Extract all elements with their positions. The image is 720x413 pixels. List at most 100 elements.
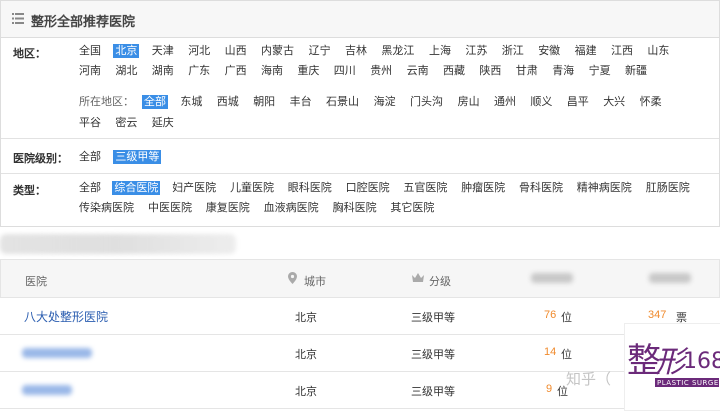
col-votes-blurred xyxy=(649,273,691,283)
region-option[interactable]: 青海 xyxy=(552,64,574,78)
district-label: 所在地区： xyxy=(79,96,134,108)
votes-value: 347 xyxy=(648,309,667,321)
region-option[interactable]: 山东 xyxy=(647,44,669,58)
region-option[interactable]: 黑龙江 xyxy=(381,44,414,58)
district-option[interactable]: 延庆 xyxy=(152,116,174,130)
type-option[interactable]: 综合医院 xyxy=(112,181,161,195)
col-city[interactable]: 城市 xyxy=(304,273,326,289)
type-option[interactable]: 骨科医院 xyxy=(519,181,563,195)
hospital-name-blurred[interactable] xyxy=(22,348,92,358)
city-cell: 北京 xyxy=(295,312,317,324)
district-option[interactable]: 房山 xyxy=(458,95,480,109)
district-option[interactable]: 通州 xyxy=(494,95,516,109)
region-option[interactable]: 重庆 xyxy=(297,64,319,78)
region-option[interactable]: 广西 xyxy=(225,64,247,78)
type-option[interactable]: 中医医院 xyxy=(148,201,192,215)
district-option[interactable]: 顺义 xyxy=(530,95,552,109)
type-option[interactable]: 眼科医院 xyxy=(288,181,332,195)
logo-graphic: 整 形 168 PLASTIC SURGERY xyxy=(627,341,720,387)
region-option[interactable]: 河南 xyxy=(79,64,101,78)
rank-value: 9 xyxy=(546,383,553,395)
level-cell: 三级甲等 xyxy=(411,349,455,361)
hospital-name-link[interactable]: 八大处整形医院 xyxy=(24,308,108,325)
level-option[interactable]: 全部 xyxy=(79,150,101,164)
svg-text:PLASTIC SURGERY: PLASTIC SURGERY xyxy=(657,379,720,387)
region-option[interactable]: 贵州 xyxy=(370,64,392,78)
region-option[interactable]: 吉林 xyxy=(345,44,367,58)
region-option[interactable]: 湖南 xyxy=(152,64,174,78)
district-option[interactable]: 东城 xyxy=(180,95,202,109)
rank-value: 76 xyxy=(544,309,557,321)
district-option[interactable]: 海淀 xyxy=(374,95,396,109)
type-option[interactable]: 五官医院 xyxy=(403,181,447,195)
rank-unit: 位 xyxy=(561,349,572,361)
district-option[interactable]: 西城 xyxy=(217,95,239,109)
level-option[interactable]: 三级甲等 xyxy=(113,150,162,164)
district-option[interactable]: 密云 xyxy=(115,116,137,130)
rank-value: 14 xyxy=(544,346,557,358)
region-option[interactable]: 西藏 xyxy=(443,64,465,78)
blurred-text xyxy=(0,234,236,254)
col-name[interactable]: 医院 xyxy=(25,273,47,289)
region-option[interactable]: 甘肃 xyxy=(516,64,538,78)
filter-panel: 地区： 全国 北京 天津 河北 山西 内蒙古 辽宁 吉林 黑龙江 上海 江苏 浙江 安徽 福建 江西 山东 河… xyxy=(0,36,720,227)
list-icon xyxy=(12,13,24,24)
region-option[interactable]: 广东 xyxy=(188,64,210,78)
region-option[interactable]: 陕西 xyxy=(479,64,501,78)
table-row[interactable]: 八大处整形医院 北京 三级甲等 76 位 347 票 xyxy=(0,297,718,335)
level-filter: 医院级别： 全部 三级甲等 xyxy=(1,139,719,174)
level-cell: 三级甲等 xyxy=(411,312,455,324)
hospital-name-blurred[interactable] xyxy=(22,385,72,395)
region-option[interactable]: 江苏 xyxy=(465,44,487,58)
type-option[interactable]: 肛肠医院 xyxy=(646,181,690,195)
type-filter: 类型： 全部 综合医院 妇产医院 儿童医院 眼科医院 口腔医院 五官医院 肿瘤医院 骨科医院 精神… xyxy=(1,174,719,226)
brand-logo: 整 形 168 PLASTIC SURGERY xyxy=(624,323,720,411)
region-option[interactable]: 河北 xyxy=(188,44,210,58)
col-level[interactable]: 分级 xyxy=(429,273,451,289)
region-option[interactable]: 辽宁 xyxy=(309,44,331,58)
region-option[interactable]: 宁夏 xyxy=(589,64,611,78)
district-option[interactable]: 石景山 xyxy=(326,95,359,109)
region-filter: 地区： 全国 北京 天津 河北 山西 内蒙古 辽宁 吉林 黑龙江 上海 江苏 浙江 安徽 福建 江西 山东 河… xyxy=(1,36,719,139)
district-option[interactable]: 朝阳 xyxy=(253,95,275,109)
svg-text:168: 168 xyxy=(683,349,720,374)
district-option[interactable]: 平谷 xyxy=(79,116,101,130)
location-icon xyxy=(288,272,297,284)
type-option[interactable]: 胸科医院 xyxy=(333,201,377,215)
region-option[interactable]: 北京 xyxy=(113,44,140,58)
page-header: 整形全部推荐医院 xyxy=(0,0,720,38)
region-option[interactable]: 云南 xyxy=(407,64,429,78)
type-option[interactable]: 妇产医院 xyxy=(172,181,216,195)
region-option[interactable]: 福建 xyxy=(575,44,597,58)
district-option[interactable]: 门头沟 xyxy=(410,95,443,109)
type-option[interactable]: 儿童医院 xyxy=(230,181,274,195)
district-option[interactable]: 丰台 xyxy=(290,95,312,109)
type-option[interactable]: 全部 xyxy=(79,181,101,195)
district-option[interactable]: 大兴 xyxy=(603,95,625,109)
type-option[interactable]: 康复医院 xyxy=(206,201,250,215)
region-option[interactable]: 上海 xyxy=(429,44,451,58)
region-option[interactable]: 天津 xyxy=(152,44,174,58)
region-option[interactable]: 江西 xyxy=(611,44,633,58)
type-option[interactable]: 口腔医院 xyxy=(346,181,390,195)
region-option[interactable]: 湖北 xyxy=(115,64,137,78)
col-rank-blurred xyxy=(531,273,573,283)
district-option[interactable]: 全部 xyxy=(142,95,168,109)
region-option[interactable]: 全国 xyxy=(79,44,101,58)
type-option[interactable]: 传染病医院 xyxy=(79,201,134,215)
type-option[interactable]: 血液病医院 xyxy=(264,201,319,215)
region-option[interactable]: 内蒙古 xyxy=(261,44,294,58)
district-option[interactable]: 昌平 xyxy=(567,95,589,109)
region-option[interactable]: 安徽 xyxy=(538,44,560,58)
region-option[interactable]: 山西 xyxy=(225,44,247,58)
district-option[interactable]: 怀柔 xyxy=(640,95,662,109)
region-option[interactable]: 海南 xyxy=(261,64,283,78)
watermark: 知乎（ xyxy=(566,370,612,388)
table-row[interactable]: 北京 三级甲等 14 位 xyxy=(0,334,718,372)
type-option[interactable]: 精神病医院 xyxy=(577,181,632,195)
type-option[interactable]: 其它医院 xyxy=(390,201,434,215)
region-option[interactable]: 四川 xyxy=(334,64,356,78)
region-option[interactable]: 浙江 xyxy=(502,44,524,58)
region-option[interactable]: 新疆 xyxy=(625,64,647,78)
type-option[interactable]: 肿瘤医院 xyxy=(461,181,505,195)
